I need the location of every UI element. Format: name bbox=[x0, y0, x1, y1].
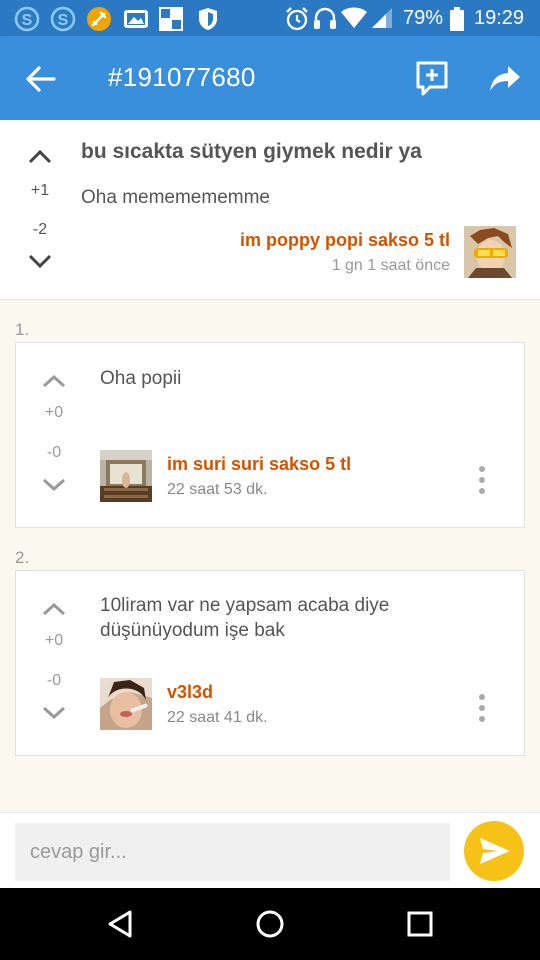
entry-author[interactable]: im poppy popi sakso 5 tl bbox=[240, 230, 450, 251]
upvote-chevron-icon[interactable] bbox=[27, 149, 53, 165]
recents-square-icon[interactable] bbox=[404, 908, 436, 940]
battery-percentage: 79% bbox=[403, 7, 444, 29]
downvote-count: -0 bbox=[46, 444, 62, 461]
more-options-icon[interactable] bbox=[474, 693, 490, 723]
downvote-chevron-icon[interactable] bbox=[27, 253, 53, 269]
comment-author-avatar[interactable] bbox=[100, 450, 152, 502]
wifi-icon bbox=[341, 7, 367, 28]
status-bar: S S 79% 19:29 bbox=[0, 0, 540, 36]
entry-author-avatar[interactable] bbox=[464, 226, 516, 278]
alarm-icon bbox=[286, 7, 308, 31]
upvote-count: +1 bbox=[30, 182, 50, 199]
entry-card: +1 -2 bu sıcakta sütyen giymek nedir ya … bbox=[0, 120, 540, 300]
comment-card: +0 -0 Oha popii im suri suri sakso 5 tl … bbox=[15, 342, 525, 528]
shield-icon bbox=[199, 8, 217, 30]
skype-icon: S bbox=[14, 6, 40, 32]
skype-icon: S bbox=[50, 6, 76, 32]
entry-title: bu sıcakta sütyen giymek nedir ya bbox=[81, 140, 422, 163]
reply-input[interactable] bbox=[15, 823, 450, 881]
clock: 19:29 bbox=[474, 7, 525, 29]
upvote-count: +0 bbox=[44, 404, 64, 421]
add-comment-icon[interactable] bbox=[414, 60, 450, 96]
send-button[interactable] bbox=[464, 821, 524, 881]
signal-icon bbox=[372, 8, 392, 28]
comment-text: Oha popii bbox=[100, 368, 182, 389]
more-options-icon[interactable] bbox=[474, 465, 490, 495]
downvote-chevron-icon[interactable] bbox=[41, 477, 67, 491]
comment-author[interactable]: im suri suri sakso 5 tl bbox=[167, 454, 351, 475]
comment-text: 10liram var ne yapsam acaba diye düşünüy… bbox=[100, 595, 390, 641]
app-icon bbox=[159, 7, 183, 31]
comment-author-avatar[interactable] bbox=[100, 678, 152, 730]
navigation-bar bbox=[0, 888, 540, 960]
sword-icon bbox=[87, 7, 111, 31]
downvote-count: -2 bbox=[32, 221, 48, 238]
home-circle-icon[interactable] bbox=[254, 908, 286, 940]
entry-body: Oha mememememme bbox=[81, 187, 270, 208]
reply-bar bbox=[0, 812, 540, 888]
gallery-icon bbox=[124, 10, 148, 28]
upvote-chevron-icon[interactable] bbox=[41, 602, 67, 616]
back-arrow-icon[interactable] bbox=[24, 64, 58, 94]
comment-author[interactable]: v3l3d bbox=[167, 682, 213, 703]
entry-time: 1 gn 1 saat önce bbox=[331, 257, 450, 274]
downvote-count: -0 bbox=[46, 672, 62, 689]
back-triangle-icon[interactable] bbox=[104, 908, 136, 940]
comment-time: 22 saat 53 dk. bbox=[167, 481, 268, 498]
svg-text:S: S bbox=[58, 12, 69, 29]
comment-card: +0 -0 10liram var ne yapsam acaba diye d… bbox=[15, 570, 525, 756]
comment-time: 22 saat 41 dk. bbox=[167, 709, 268, 726]
svg-text:S: S bbox=[22, 12, 33, 29]
share-icon[interactable] bbox=[488, 62, 522, 94]
comment-number: 2. bbox=[15, 548, 30, 567]
comment-number: 1. bbox=[15, 320, 30, 339]
send-icon bbox=[480, 838, 510, 864]
page-title: #191077680 bbox=[108, 62, 256, 92]
upvote-count: +0 bbox=[44, 632, 64, 649]
battery-icon bbox=[450, 7, 464, 31]
downvote-chevron-icon[interactable] bbox=[41, 705, 67, 719]
headset-icon bbox=[314, 7, 336, 29]
app-bar: #191077680 bbox=[0, 36, 540, 120]
upvote-chevron-icon[interactable] bbox=[41, 374, 67, 388]
